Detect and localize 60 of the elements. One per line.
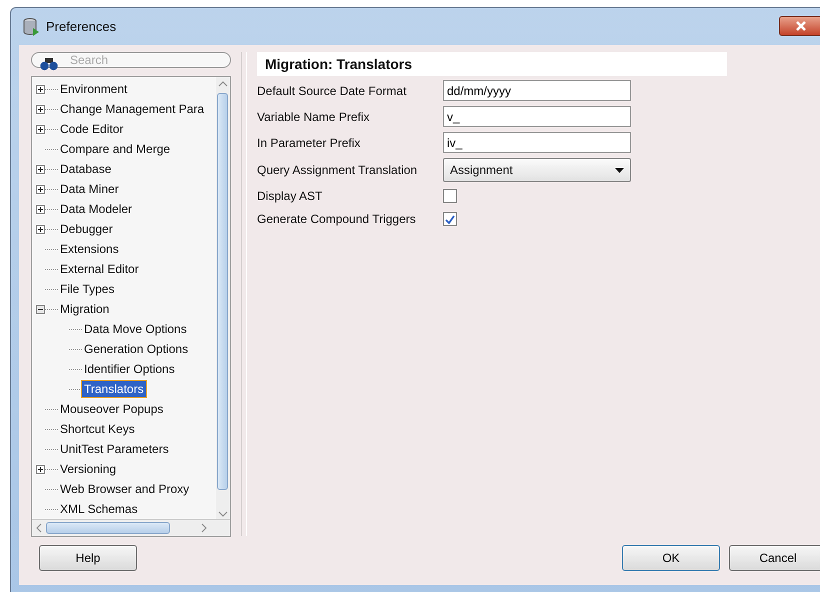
expand-icon[interactable]: [36, 464, 45, 474]
scroll-up-icon[interactable]: [218, 80, 228, 88]
field-label: Display AST: [257, 189, 324, 203]
scroll-right-icon[interactable]: [200, 523, 208, 533]
close-icon: [795, 21, 807, 31]
binoculars-icon: [40, 57, 58, 71]
field-label: Variable Name Prefix: [257, 110, 370, 124]
database-icon: [23, 18, 40, 36]
tree-item[interactable]: Code Editor: [58, 121, 126, 137]
checkbox[interactable]: [443, 212, 457, 226]
tree-item[interactable]: External Editor: [58, 261, 141, 277]
panel-title: Migration: Translators: [257, 52, 727, 76]
text-field[interactable]: v_: [443, 106, 631, 127]
tree-item[interactable]: Extensions: [58, 241, 121, 257]
tree-item[interactable]: Database: [58, 161, 114, 177]
cancel-button[interactable]: Cancel: [729, 544, 820, 570]
tree-item[interactable]: Versioning: [58, 461, 118, 477]
expand-icon[interactable]: [36, 104, 45, 114]
text-field[interactable]: iv_: [443, 132, 631, 153]
tree-item[interactable]: Translators: [82, 381, 146, 397]
checkbox[interactable]: [443, 189, 457, 203]
expand-icon[interactable]: [36, 224, 45, 234]
field-label: Default Source Date Format: [257, 84, 408, 98]
expand-icon[interactable]: [36, 204, 45, 214]
tree-item[interactable]: Data Move Options: [82, 321, 189, 337]
window-title: Preferences: [46, 19, 116, 34]
field-label: Query Assignment Translation: [257, 163, 418, 177]
horizontal-scrollbar-thumb[interactable]: [46, 522, 170, 534]
tree-item[interactable]: Web Browser and Proxy: [58, 481, 192, 497]
tree-item[interactable]: UnitTest Parameters: [58, 441, 171, 457]
tree-item[interactable]: Shortcut Keys: [58, 421, 137, 437]
tree-item[interactable]: Identifier Options: [82, 361, 177, 377]
close-button[interactable]: [779, 16, 820, 36]
help-button[interactable]: Help: [39, 544, 137, 570]
expand-icon[interactable]: [36, 124, 45, 134]
dropdown[interactable]: Assignment: [443, 158, 631, 182]
expand-icon[interactable]: [36, 184, 45, 194]
field-label: In Parameter Prefix: [257, 136, 362, 150]
field-label: Generate Compound Triggers: [257, 212, 417, 226]
tree-item[interactable]: Data Miner: [58, 181, 121, 197]
scroll-left-icon[interactable]: [35, 523, 43, 533]
scroll-down-icon[interactable]: [218, 510, 228, 518]
tree-item[interactable]: Mouseover Popups: [58, 401, 166, 417]
tree-item[interactable]: Data Modeler: [58, 201, 134, 217]
vertical-scrollbar-thumb[interactable]: [217, 93, 228, 490]
caret-icon: [615, 168, 624, 172]
tree-item[interactable]: Change Management Para: [58, 101, 206, 117]
expand-icon[interactable]: [36, 84, 45, 94]
tree-item[interactable]: Environment: [58, 81, 130, 97]
tree-item[interactable]: File Types: [58, 281, 116, 297]
tree-item[interactable]: XML Schemas: [58, 501, 140, 517]
search-field[interactable]: Search: [31, 52, 231, 68]
expand-icon[interactable]: [36, 164, 45, 174]
tree-item[interactable]: Debugger: [58, 221, 115, 237]
text-field[interactable]: dd/mm/yyyy: [443, 80, 631, 101]
collapse-icon[interactable]: [36, 304, 45, 314]
tree-item[interactable]: Compare and Merge: [58, 141, 172, 157]
tree-item[interactable]: Migration: [58, 301, 112, 317]
ok-button[interactable]: OK: [622, 544, 720, 570]
tree-item[interactable]: Generation Options: [82, 341, 190, 357]
